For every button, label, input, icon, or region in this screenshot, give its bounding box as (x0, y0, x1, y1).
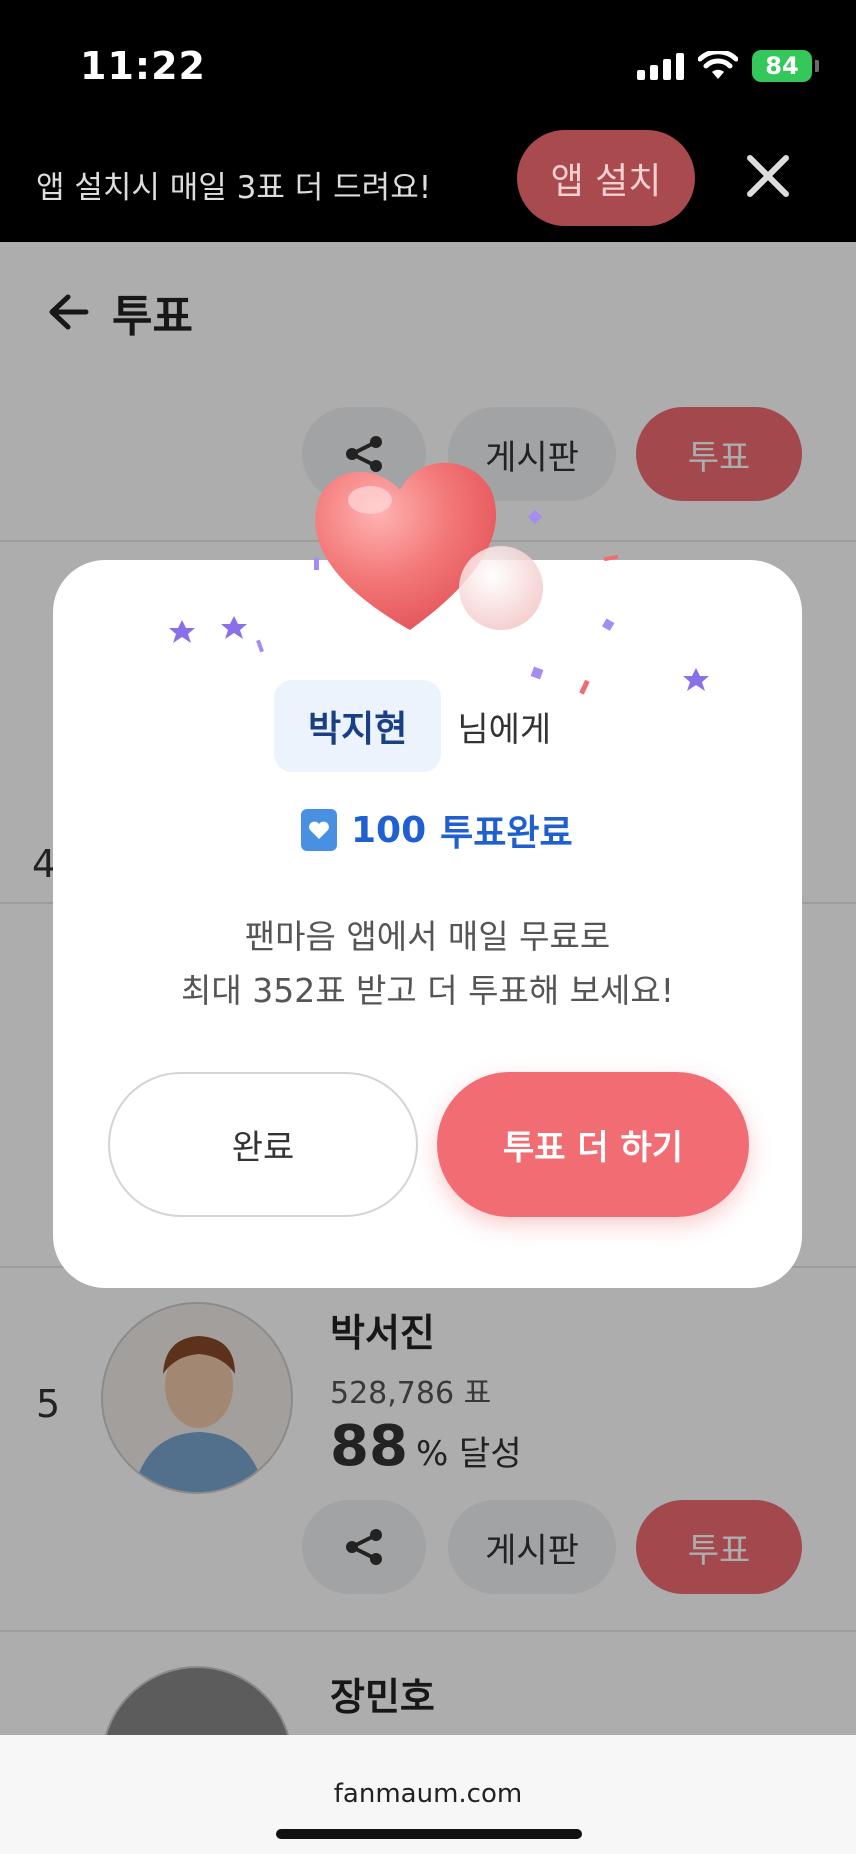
vote-done-label: 투표완료 (440, 813, 573, 854)
status-icons: 84 (637, 50, 819, 82)
cellular-signal-icon (637, 52, 684, 80)
install-app-button[interactable]: 앱 설치 (517, 130, 695, 226)
vote-amount: 100 (351, 809, 427, 851)
url-text: fanmaum.com (333, 1779, 523, 1809)
home-indicator (276, 1829, 582, 1839)
app-banner-text: 앱 설치시 매일 3표 더 드려요! (36, 170, 432, 206)
browser-url-bar[interactable]: fanmaum.com (0, 1735, 856, 1854)
promo-message-line-2: 최대 352표 받고 더 투표해 보세요! (181, 971, 674, 1010)
status-time: 11:22 (80, 44, 206, 88)
recipient: 박지현 님에게 (274, 680, 551, 772)
recipient-suffix: 님에게 (457, 709, 552, 750)
heart-ticket-icon (301, 809, 337, 851)
wifi-icon (698, 51, 738, 79)
close-icon[interactable] (744, 152, 792, 200)
battery-icon: 84 (752, 50, 819, 82)
heart-illustration (315, 462, 543, 630)
promo-message-line-1: 팬마음 앱에서 매일 무료로 (244, 917, 611, 956)
done-button[interactable]: 완료 (108, 1072, 418, 1217)
promo-message: 팬마음 앱에서 매일 무료로 최대 352표 받고 더 투표해 보세요! (53, 910, 802, 1018)
app-install-banner: 앱 설치시 매일 3표 더 드려요! (0, 130, 856, 242)
recipient-name: 박지현 (274, 680, 442, 772)
status-bar: 11:22 84 (0, 0, 856, 130)
vote-more-button[interactable]: 투표 더 하기 (437, 1072, 749, 1217)
vote-complete-modal: 박지현 님에게 100 투표완료 팬마음 앱에서 매일 무료로 최대 352표 … (53, 560, 802, 1288)
vote-complete-status: 100 투표완료 (301, 804, 573, 856)
